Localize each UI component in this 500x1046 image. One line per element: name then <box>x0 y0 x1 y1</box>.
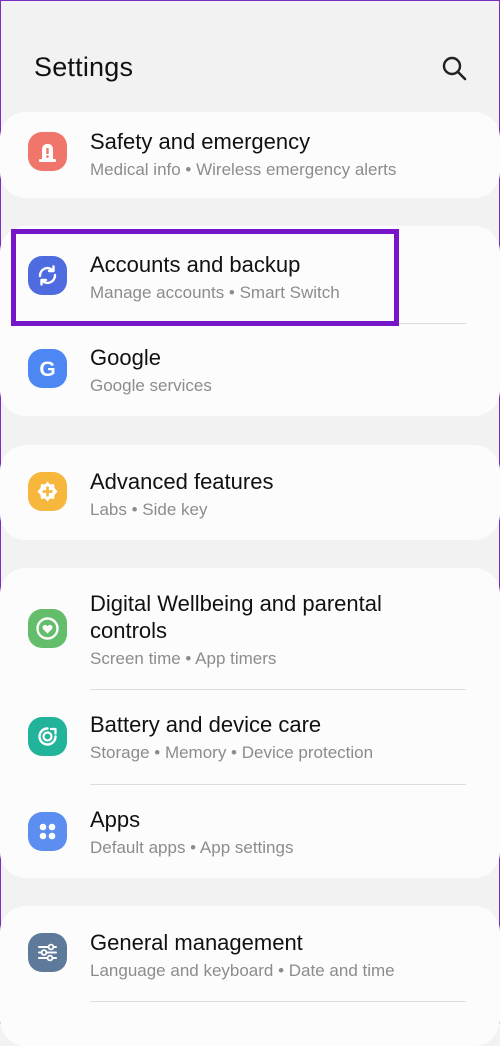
sync-icon <box>28 256 67 295</box>
list-item-general[interactable]: General management Language and keyboard… <box>0 906 500 1001</box>
accounts-label: Accounts and backup <box>90 252 301 277</box>
google-subtitle: Google services <box>90 376 212 395</box>
sliders-icon <box>28 933 67 972</box>
wellbeing-heart-icon <box>28 609 67 648</box>
list-item-battery[interactable]: Battery and device care Storage • Memory… <box>0 690 500 784</box>
settings-group-safety: Safety and emergency Medical info • Wire… <box>0 112 500 198</box>
divider <box>90 1001 466 1002</box>
wellbeing-label-line2: controls <box>90 618 168 643</box>
wellbeing-subtitle: Screen time • App timers <box>90 649 277 668</box>
apps-label: Apps <box>90 807 141 832</box>
puzzle-plus-icon <box>28 472 67 511</box>
accounts-subtitle: Manage accounts • Smart Switch <box>90 283 340 302</box>
general-subtitle: Language and keyboard • Date and time <box>90 961 395 980</box>
settings-group-advanced: Advanced features Labs • Side key <box>0 445 500 540</box>
apps-grid-icon <box>28 812 67 851</box>
list-item-apps[interactable]: Apps Default apps • App settings <box>0 785 500 878</box>
general-label: General management <box>90 930 303 955</box>
advanced-label: Advanced features <box>90 469 274 494</box>
google-label: Google <box>90 345 161 370</box>
battery-label: Battery and device care <box>90 712 322 737</box>
safety-label: Safety and emergency <box>90 129 311 154</box>
battery-subtitle: Storage • Memory • Device protection <box>90 743 374 762</box>
wellbeing-label-line1: Digital Wellbeing and parental <box>90 591 382 616</box>
settings-group-device: Digital Wellbeing and parental controls … <box>0 568 500 878</box>
settings-group-general: General management Language and keyboard… <box>0 906 500 1046</box>
list-item-advanced[interactable]: Advanced features Labs • Side key <box>0 445 500 540</box>
list-item-safety[interactable]: Safety and emergency Medical info • Wire… <box>0 112 500 198</box>
list-item-google[interactable]: G Google Google services <box>0 324 500 416</box>
list-item-wellbeing[interactable]: Digital Wellbeing and parental controls … <box>0 568 500 689</box>
settings-group-accounts: Accounts and backup Manage accounts • Sm… <box>0 226 500 416</box>
list-item-accounts[interactable]: Accounts and backup Manage accounts • Sm… <box>0 226 500 323</box>
page-title: Settings <box>34 52 134 82</box>
google-icon: G <box>28 349 67 388</box>
safety-subtitle: Medical info • Wireless emergency alerts <box>90 160 397 179</box>
advanced-subtitle: Labs • Side key <box>90 500 208 519</box>
apps-subtitle: Default apps • App settings <box>90 838 294 857</box>
header: Settings <box>0 0 500 105</box>
safety-alert-icon <box>28 132 67 171</box>
search-icon[interactable] <box>440 54 468 82</box>
svg-text:G: G <box>39 358 55 381</box>
device-care-icon <box>28 717 67 756</box>
